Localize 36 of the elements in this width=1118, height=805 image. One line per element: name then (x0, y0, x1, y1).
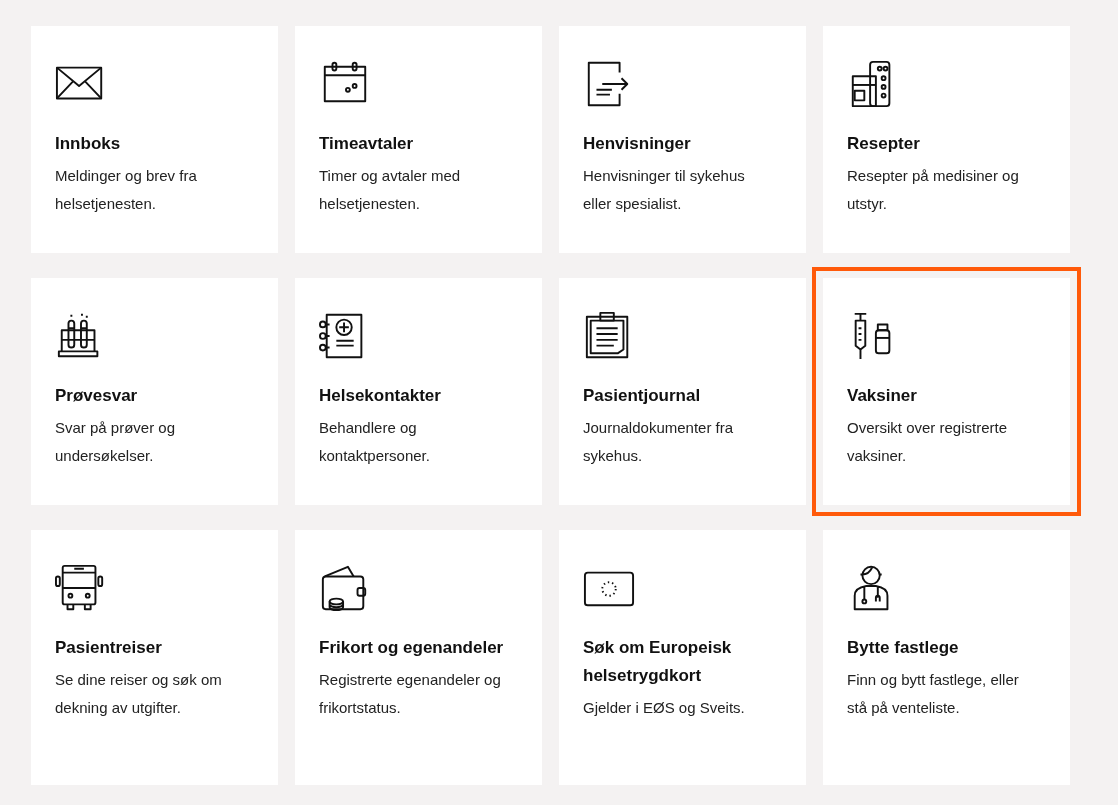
card-description: Registrerte egenandeler og frikortstatus. (319, 670, 502, 718)
card-description: Timer og avtaler med helsetjenesten. (319, 166, 462, 214)
card-title: Bytte fastlege (847, 637, 960, 659)
card-title: Søk om Europeisk helsetrygdkort (583, 637, 733, 687)
card-description: Henvisninger til sykehus eller spesialist. (583, 166, 746, 214)
card-description: Svar på prøver og undersøkelser. (55, 418, 177, 466)
card-title: Pasientreiser (55, 637, 163, 659)
card-description: Finn og bytt fastlege, eller stå på venteliste. (847, 670, 1020, 718)
card-title: Henvisninger (583, 133, 692, 155)
service-card[interactable]: Pasientreiser Se dine reiser og søk om dekning av utgifter. (31, 530, 278, 785)
card-description: Oversikt over registrerte vaksiner. (847, 418, 1009, 466)
service-card[interactable]: Timeavtaler Timer og avtaler med helsetjenesten. (295, 26, 542, 253)
card-title: Helsekontakter (319, 385, 442, 407)
card-title: Pasientjournal (583, 385, 702, 407)
service-card[interactable]: Innboks Meldinger og brev fra helsetjenesten. (31, 26, 278, 253)
service-card[interactable]: Helsekontakter Behandlere og kontaktpersoner. (295, 278, 542, 505)
service-card[interactable]: Frikort og egenandeler Registrerte egenandeler og frikortstatus. (295, 530, 542, 785)
service-card[interactable]: Prøvesvar Svar på prøver og undersøkelser. (31, 278, 278, 505)
service-card[interactable]: Søk om Europeisk helsetrygdkort Gjelder i EØS og Sveits. (559, 530, 806, 785)
service-card[interactable]: Vaksiner Oversikt over registrerte vaksiner. (823, 278, 1070, 505)
card-description: Behandlere og kontaktpersoner. (319, 418, 431, 466)
card-description: Se dine reiser og søk om dekning av utgifter. (55, 670, 223, 718)
card-description: Gjelder i EØS og Sveits. (583, 698, 746, 718)
card-title: Innboks (55, 133, 122, 155)
card-title: Prøvesvar (55, 385, 139, 407)
card-description: Journaldokumenter fra sykehus. (583, 418, 735, 466)
service-card[interactable]: Resepter Resepter på medisiner og utstyr. (823, 26, 1070, 253)
service-card[interactable]: Bytte fastlege Finn og bytt fastlege, eller stå på venteliste. (823, 530, 1070, 785)
card-description: Resepter på medisiner og utstyr. (847, 166, 1020, 214)
card-title: Resepter (847, 133, 921, 155)
card-description: Meldinger og brev fra helsetjenesten. (55, 166, 198, 214)
card-title: Timeavtaler (319, 133, 415, 155)
service-card[interactable]: Pasientjournal Journaldokumenter fra sykehus. (559, 278, 806, 505)
card-title: Frikort og egenandeler (319, 637, 505, 659)
service-card[interactable]: Henvisninger Henvisninger til sykehus eller spesialist. (559, 26, 806, 253)
card-title: Vaksiner (847, 385, 918, 407)
